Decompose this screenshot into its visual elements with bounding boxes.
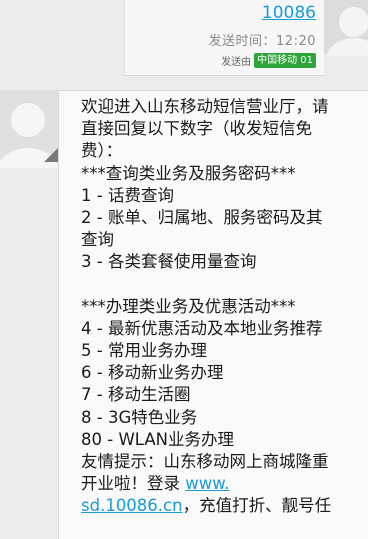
tip-text: ，充值打折、靓号任 — [182, 496, 332, 516]
menu-item: 3 - 各类套餐使用量查询 — [81, 252, 257, 272]
sent-timestamp: 发送时间：12:20 — [208, 34, 316, 49]
sim-badge: 中国移动 01 — [254, 53, 316, 68]
intro-line: 直接回复以下数字（收发短信免 — [81, 119, 312, 139]
tip-text: 开业啦！登录 — [81, 474, 186, 494]
menu-item: 8 - 3G特色业务 — [81, 407, 198, 427]
menu-item: 7 - 移动生活圈 — [81, 385, 191, 405]
bubble-tail-icon — [44, 148, 58, 162]
received-message-text: 欢迎进入山东移动短信营业厅，请 直接回复以下数字（收发短信免 费）： ***查询… — [81, 96, 368, 518]
menu-item: 4 - 最新优惠活动及本地业务推荐 — [81, 318, 323, 338]
query-section-header: ***查询类业务及服务密码*** — [81, 163, 296, 183]
self-avatar-icon[interactable] — [324, 0, 368, 56]
sent-message: 10086 发送时间：12:20 发送由 中国移动 01 — [0, 0, 368, 88]
mall-link[interactable]: www. — [185, 474, 229, 493]
intro-line: 费）： — [81, 141, 123, 161]
tip-line: sd.10086.cn，充值打折、靓号任 — [81, 495, 368, 517]
tip-line: 友情提示：山东移动网上商城隆重 — [81, 452, 329, 471]
mall-link[interactable]: sd.10086.cn — [81, 496, 183, 515]
sent-sim-info: 发送由 中国移动 01 — [221, 53, 316, 68]
menu-item: 2 - 账单、归属地、服务密码及其 — [81, 207, 323, 227]
menu-item: 6 - 移动新业务办理 — [81, 363, 224, 383]
sent-via-label: 发送由 — [221, 57, 252, 68]
menu-item: 5 - 常用业务办理 — [81, 341, 207, 361]
menu-item: 1 - 话费查询 — [81, 185, 174, 205]
handle-section-header: ***办理类业务及优惠活动*** — [81, 296, 296, 316]
menu-item: 查询 — [81, 230, 114, 250]
sent-recipient-number[interactable]: 10086 — [262, 3, 316, 23]
tip-line: 开业啦！登录 www. — [81, 473, 368, 495]
intro-line: 欢迎进入山东移动短信营业厅，请 — [81, 97, 329, 116]
menu-item: 80 - WLAN业务办理 — [81, 429, 234, 449]
